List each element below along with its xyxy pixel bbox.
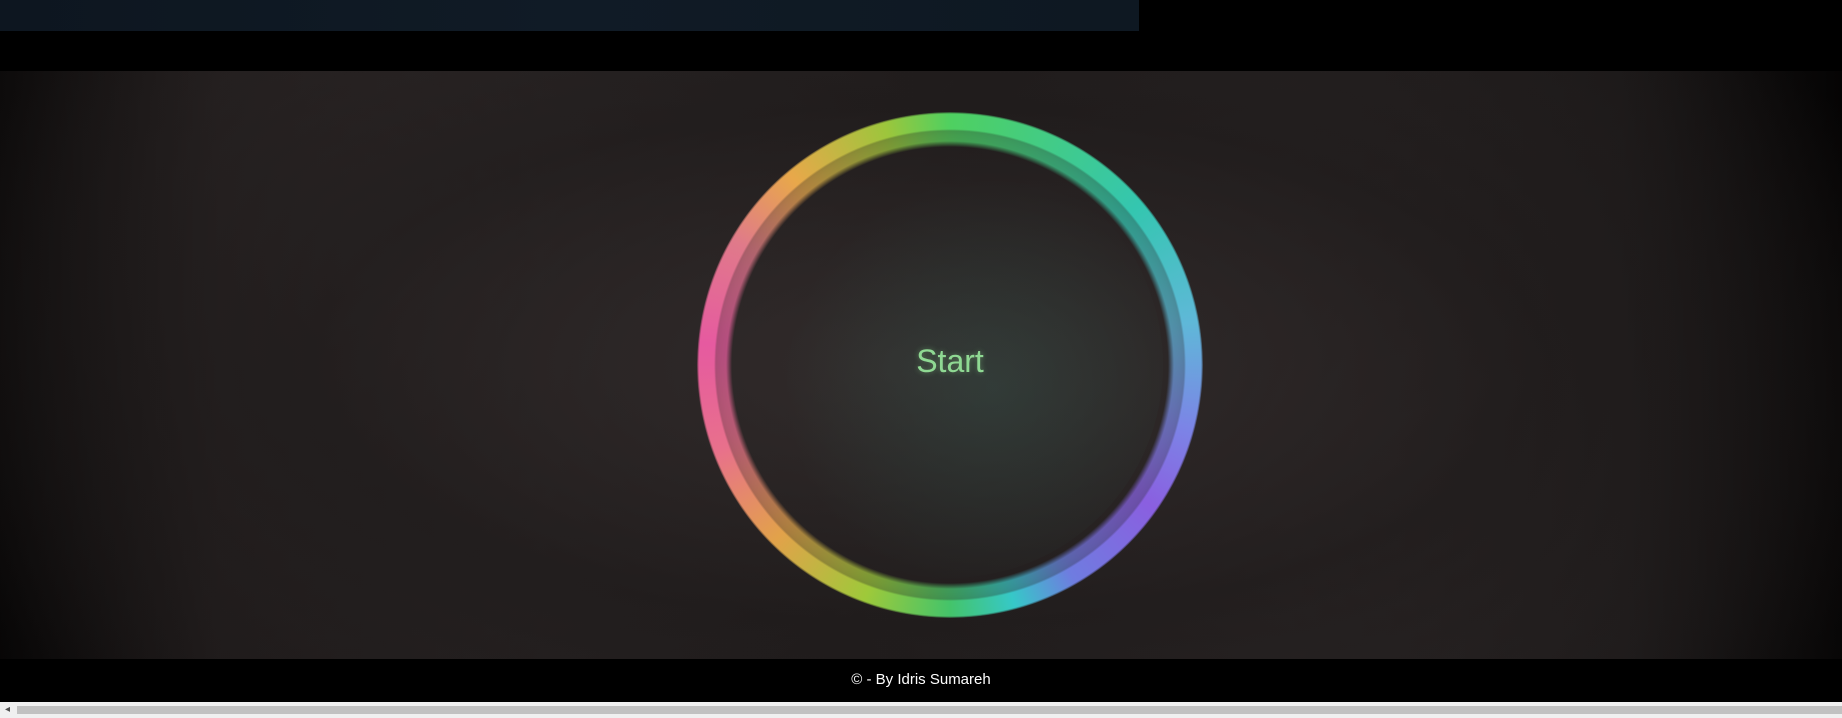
start-button[interactable]: Start bbox=[850, 341, 1050, 381]
stage-background: Start bbox=[0, 71, 1842, 659]
chevron-left-icon[interactable]: ◂ bbox=[0, 702, 15, 718]
footer-credit: © - By Idris Sumareh bbox=[0, 659, 1842, 701]
horizontal-scrollbar[interactable]: ◂ bbox=[0, 702, 1842, 718]
scrollbar-thumb[interactable] bbox=[17, 706, 1842, 714]
top-banner bbox=[0, 0, 1139, 31]
